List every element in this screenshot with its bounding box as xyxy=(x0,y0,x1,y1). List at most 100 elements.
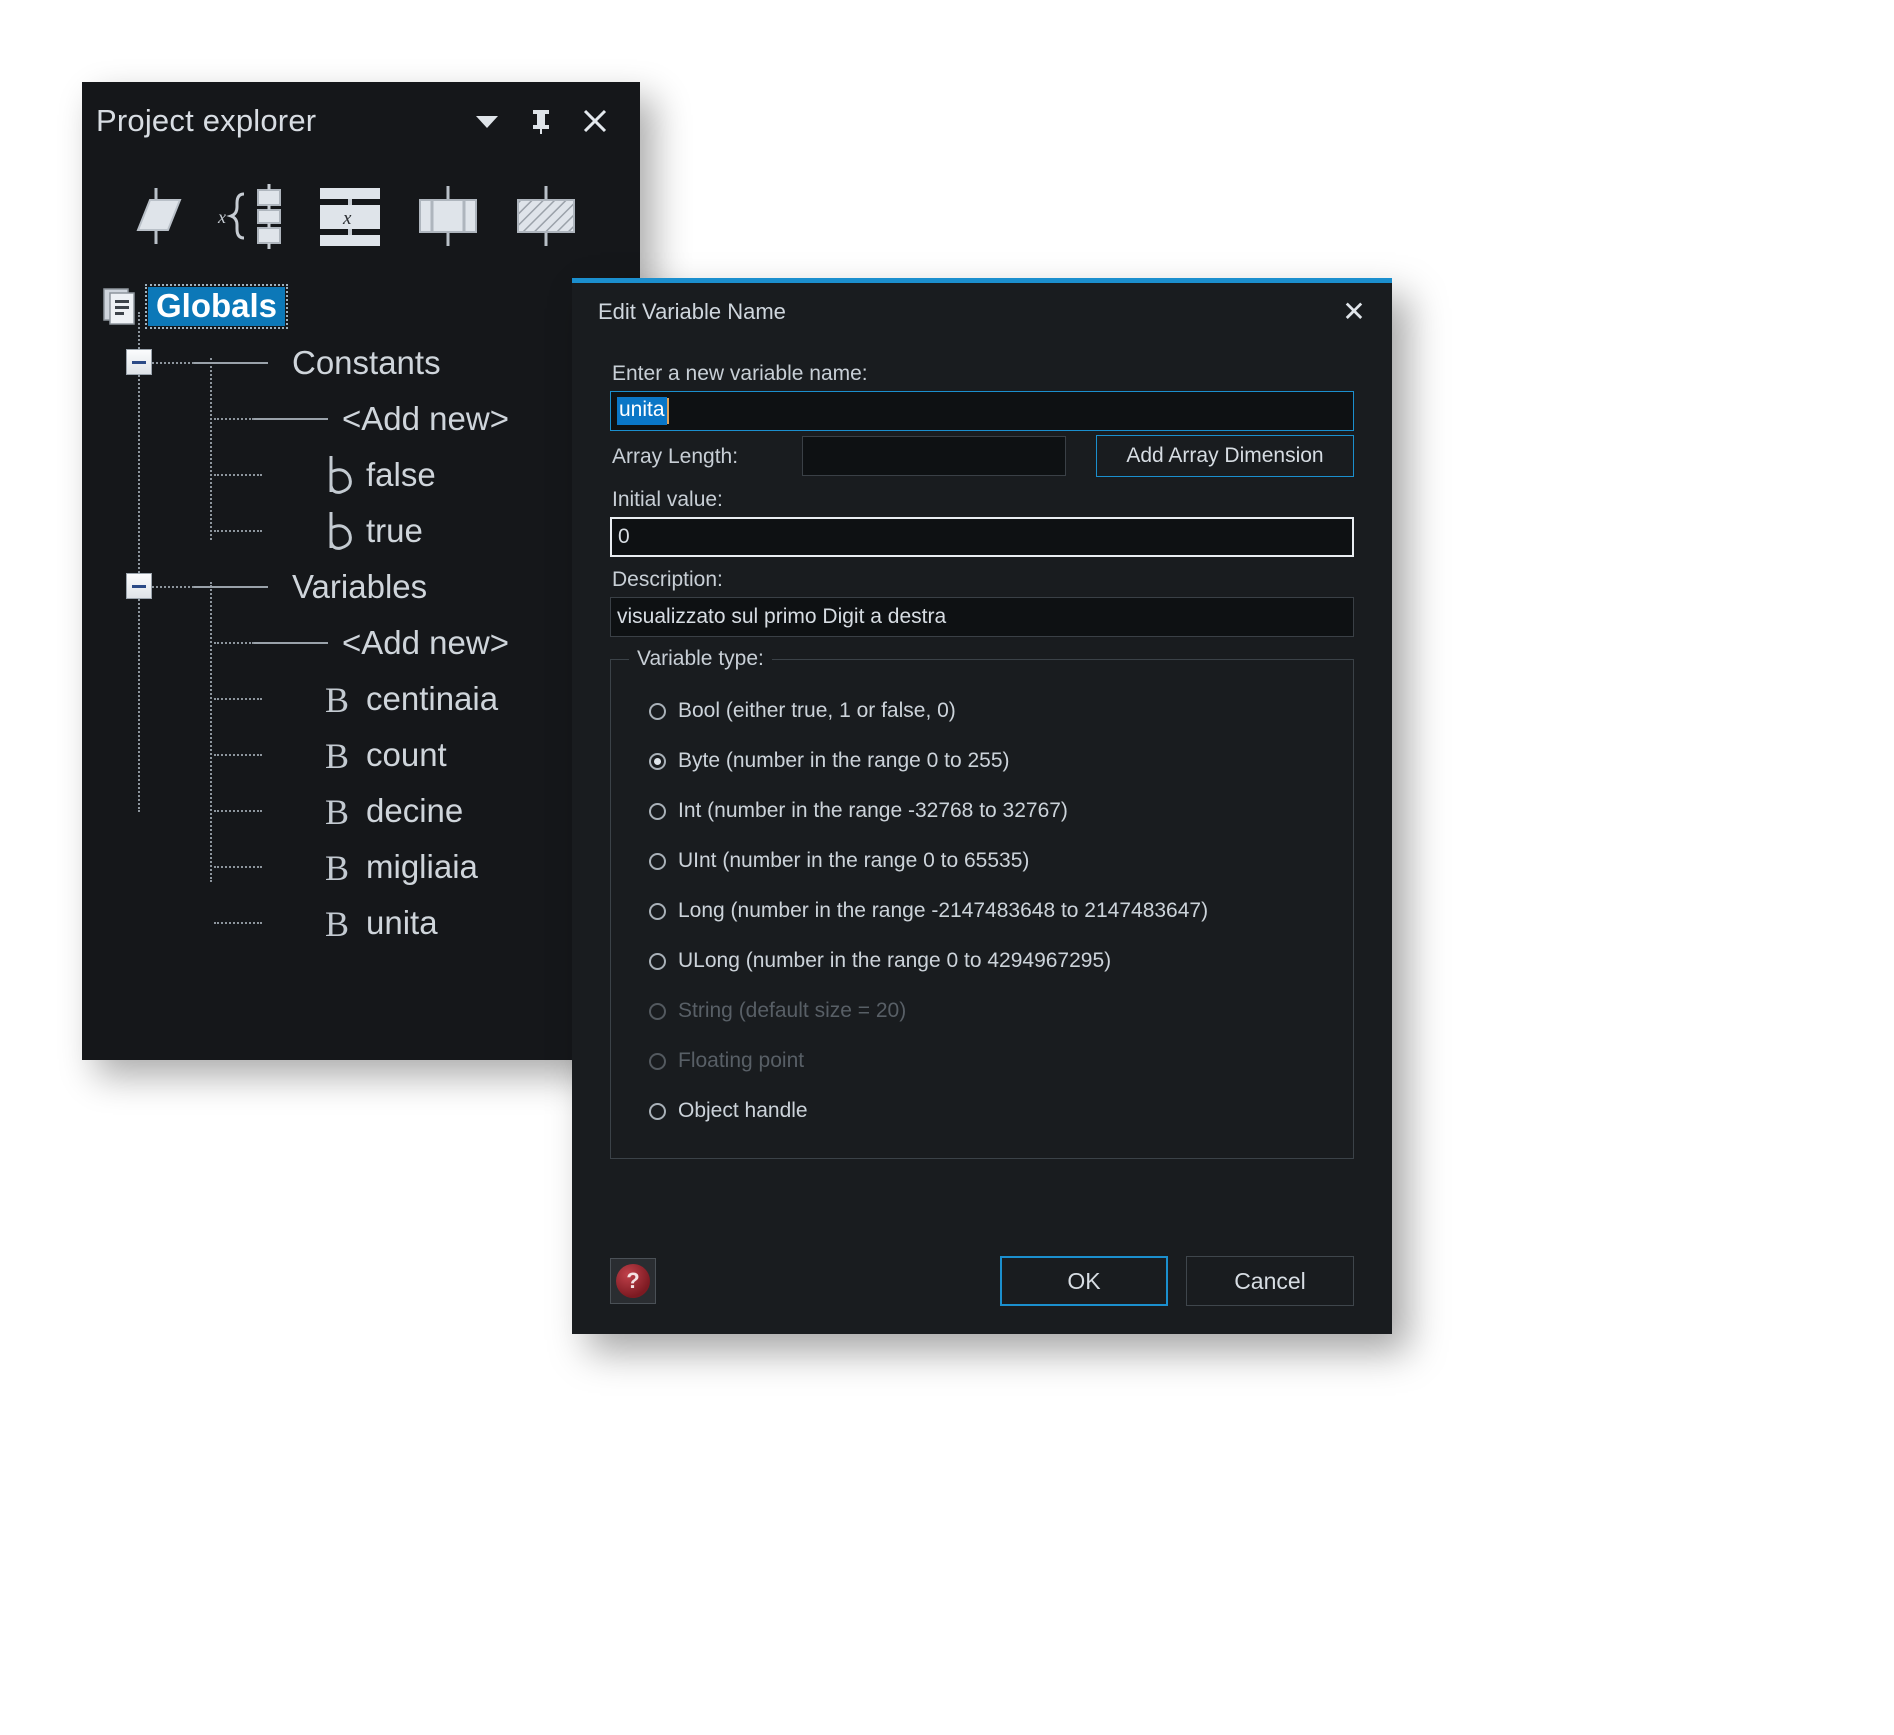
page-title: Project explorer xyxy=(96,103,317,138)
tree-guide-line xyxy=(194,362,268,364)
tree-item-add-new-variable[interactable]: <Add new> xyxy=(82,614,640,670)
byte-icon: B xyxy=(314,900,366,944)
tree-guide-line xyxy=(214,642,254,644)
radio-row-ulong[interactable]: ULong (number in the range 0 to 42949672… xyxy=(611,936,1353,986)
tree-item-add-new-constant[interactable]: <Add new> xyxy=(82,390,640,446)
edit-variable-name-dialog: Edit Variable Name ✕ Enter a new variabl… xyxy=(572,278,1392,1334)
tree-guide-line xyxy=(152,362,194,364)
tree-item-label: <Add new> xyxy=(342,623,509,661)
radio-bool[interactable] xyxy=(649,702,666,720)
array-length-input[interactable] xyxy=(801,436,1066,477)
radio-row-long[interactable]: Long (number in the range -2147483648 to… xyxy=(611,886,1353,936)
tree-item-label: count xyxy=(366,735,447,773)
macro-icon[interactable] xyxy=(112,174,196,258)
tree-expander-constants[interactable] xyxy=(126,349,152,375)
radio-label: String (default size = 20) xyxy=(678,999,907,1023)
tree-item-label: true xyxy=(366,511,423,549)
initial-value-input[interactable]: 0 xyxy=(610,517,1354,558)
byte-icon: B xyxy=(314,844,366,888)
component-icon[interactable] xyxy=(406,174,490,258)
byte-icon: B xyxy=(314,732,366,776)
dialog-titlebar: Edit Variable Name ✕ xyxy=(572,283,1392,341)
tree-group-constants[interactable]: Constants xyxy=(82,334,640,390)
dialog-footer: ? OK Cancel xyxy=(572,1254,1392,1308)
tree-item-decine[interactable]: B decine xyxy=(82,782,640,838)
add-array-dimension-button[interactable]: Add Array Dimension xyxy=(1096,435,1354,478)
svg-text:x: x xyxy=(217,207,226,227)
variable-name-value: unita xyxy=(617,397,667,426)
tree-guide-line xyxy=(214,418,254,420)
variable-name-label: Enter a new variable name: xyxy=(612,362,868,385)
help-button[interactable]: ? xyxy=(610,1258,656,1304)
tree-item-false[interactable]: false xyxy=(82,446,640,502)
tree-group-variables[interactable]: Variables xyxy=(82,558,640,614)
radio-row-uint[interactable]: UInt (number in the range 0 to 65535) xyxy=(611,836,1353,886)
variable-type-legend: Variable type: xyxy=(629,647,772,672)
radio-label: ULong (number in the range 0 to 42949672… xyxy=(678,949,1112,973)
constant-icon[interactable]: x xyxy=(308,174,392,258)
tree-item-label: Globals xyxy=(144,283,289,329)
tree-guide-line xyxy=(214,866,262,868)
radio-label: Object handle xyxy=(678,1099,808,1123)
close-icon[interactable]: ✕ xyxy=(1338,298,1370,326)
radio-label: Floating point xyxy=(678,1049,805,1073)
cancel-button[interactable]: Cancel xyxy=(1186,1256,1354,1306)
tree-guide-line xyxy=(194,586,268,588)
question-mark-icon: ? xyxy=(616,1264,650,1298)
tree-item-globals[interactable]: Globals xyxy=(82,278,640,334)
radio-label: UInt (number in the range 0 to 65535) xyxy=(678,849,1030,873)
radio-ulong[interactable] xyxy=(649,952,666,970)
pin-icon[interactable] xyxy=(514,94,568,148)
project-explorer-tree: Globals Constants <Add new> false true V… xyxy=(82,272,640,950)
radio-long[interactable] xyxy=(649,902,666,920)
tree-item-label: unita xyxy=(366,903,438,941)
tree-item-unita[interactable]: B unita xyxy=(82,894,640,950)
dialog-title: Edit Variable Name xyxy=(598,299,786,324)
variable-icon[interactable]: x xyxy=(210,174,294,258)
radio-floating-point xyxy=(649,1052,666,1070)
tree-guide-line xyxy=(214,922,262,924)
radio-label: Bool (either true, 1 or false, 0) xyxy=(678,699,956,723)
radio-label: Long (number in the range -2147483648 to… xyxy=(678,899,1209,923)
tree-item-migliaia[interactable]: B migliaia xyxy=(82,838,640,894)
svg-text:B: B xyxy=(325,680,349,720)
radio-row-byte[interactable]: Byte (number in the range 0 to 255) xyxy=(611,736,1353,786)
description-input[interactable]: visualizzato sul primo Digit a destra xyxy=(610,597,1354,638)
byte-icon: B xyxy=(314,788,366,832)
ok-button[interactable]: OK xyxy=(1000,1256,1168,1306)
radio-label: Int (number in the range -32768 to 32767… xyxy=(678,799,1068,823)
radio-row-string: String (default size = 20) xyxy=(611,986,1353,1036)
tree-item-count[interactable]: B count xyxy=(82,726,640,782)
description-label: Description: xyxy=(612,568,723,592)
variable-name-input[interactable]: unita xyxy=(610,391,1354,432)
svg-text:B: B xyxy=(325,904,349,944)
tree-group-label: Constants xyxy=(292,343,441,381)
tree-guide-line xyxy=(254,642,328,644)
bool-icon xyxy=(314,452,366,496)
close-icon[interactable] xyxy=(568,94,622,148)
radio-uint[interactable] xyxy=(649,852,666,870)
radio-row-object-handle[interactable]: Object handle xyxy=(611,1086,1353,1136)
documents-icon xyxy=(96,285,148,327)
radio-string xyxy=(649,1002,666,1020)
chevron-down-icon[interactable] xyxy=(460,94,514,148)
radio-row-floating-point: Floating point xyxy=(611,1036,1353,1086)
svg-text:B: B xyxy=(325,736,349,776)
tree-guide-line xyxy=(152,586,194,588)
radio-int[interactable] xyxy=(649,802,666,820)
tree-item-label: centinaia xyxy=(366,679,499,717)
radio-object-handle[interactable] xyxy=(649,1102,666,1120)
dialog-body: Enter a new variable name: unita Array L… xyxy=(572,341,1392,1160)
bool-icon xyxy=(314,508,366,552)
project-explorer-titlebar: Project explorer xyxy=(82,82,640,160)
tree-expander-variables[interactable] xyxy=(126,573,152,599)
property-icon[interactable] xyxy=(504,174,588,258)
tree-item-centinaia[interactable]: B centinaia xyxy=(82,670,640,726)
radio-row-bool[interactable]: Bool (either true, 1 or false, 0) xyxy=(611,686,1353,736)
radio-row-int[interactable]: Int (number in the range -32768 to 32767… xyxy=(611,786,1353,836)
svg-text:x: x xyxy=(342,208,352,229)
project-explorer-toolbar: x x xyxy=(82,160,640,272)
tree-item-true[interactable]: true xyxy=(82,502,640,558)
tree-item-label: <Add new> xyxy=(342,399,509,437)
radio-byte[interactable] xyxy=(649,752,666,770)
